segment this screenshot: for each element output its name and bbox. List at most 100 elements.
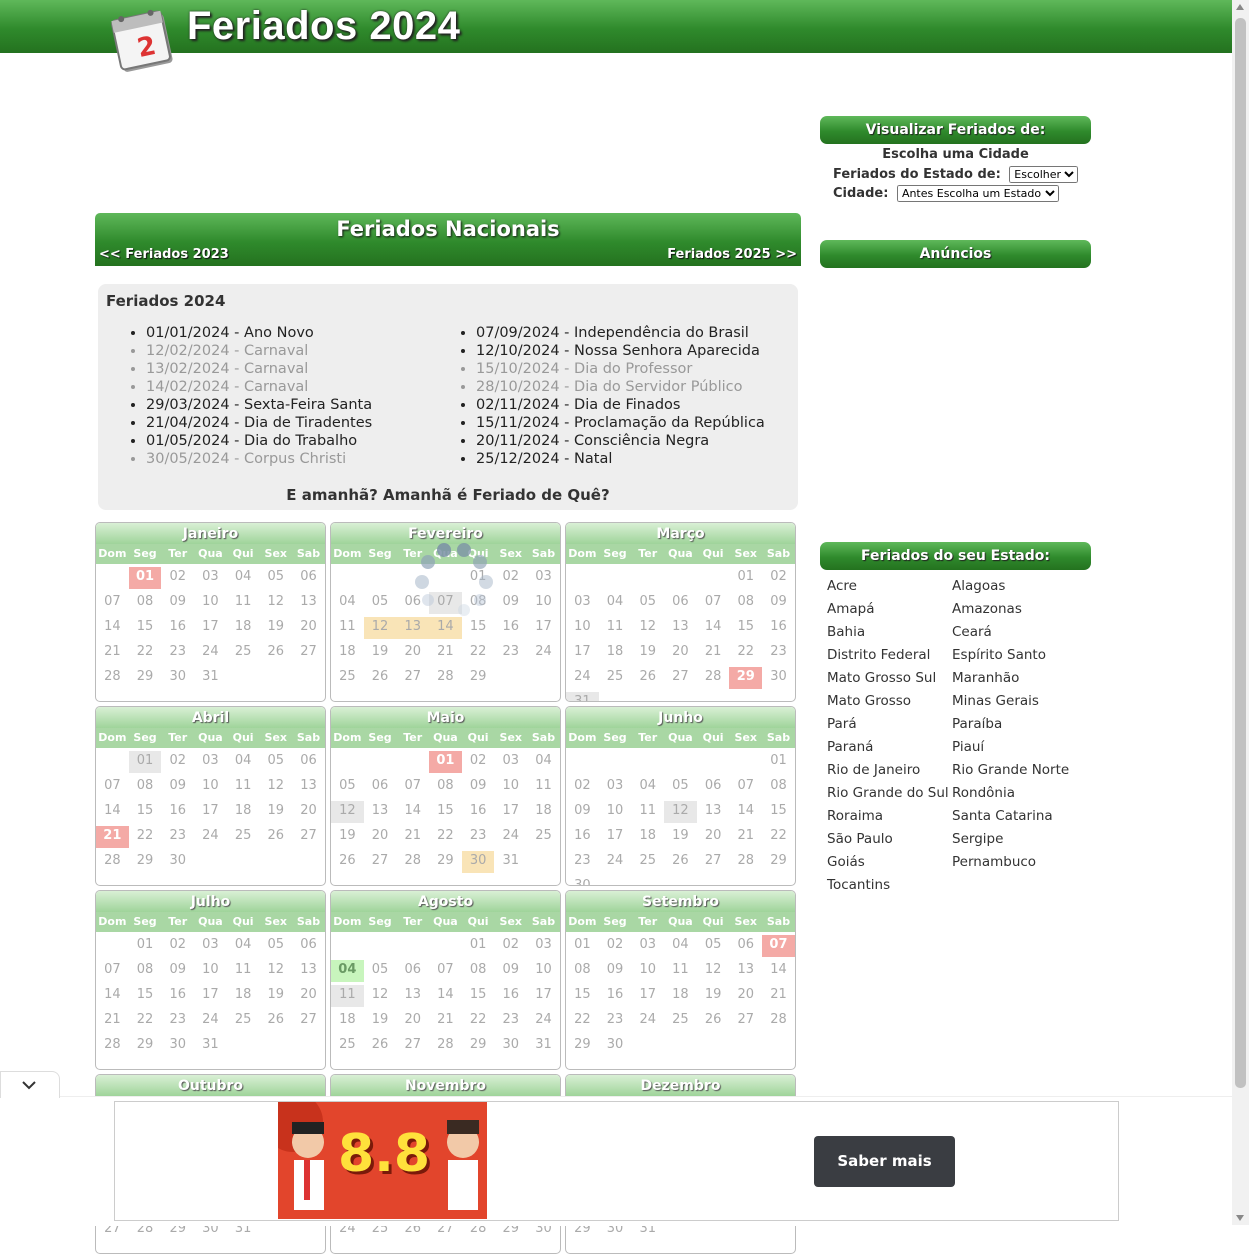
state-link[interactable]: Alagoas [952,578,1087,601]
holiday-day-cell[interactable]: 11 [331,985,364,1007]
site-title[interactable]: Feriados 2024 [187,4,460,49]
holiday-item[interactable]: 13/02/2024 - Carnaval [146,360,372,378]
holiday-item[interactable]: 01/05/2024 - Dia do Trabalho [146,432,372,450]
holiday-day-cell[interactable]: 29 [729,667,763,689]
scroll-down-icon[interactable] [1236,1215,1244,1221]
day-cell: 08 [136,778,154,793]
month-title[interactable]: Agosto [331,891,560,912]
next-year-link[interactable]: Feriados 2025 >> [667,247,797,262]
tomorrow-holiday-link[interactable]: E amanhã? Amanhã é Feriado de Quê? [98,486,798,504]
month-title[interactable]: Janeiro [96,523,325,544]
state-link[interactable]: Santa Catarina [952,808,1087,831]
month-title[interactable]: Setembro [566,891,795,912]
day-grid: 01 02 03 04 05 06 07 08 09 10 11 12 13 14 15 16 17 18 19 20… [96,564,325,689]
holiday-day-cell[interactable]: 04 [331,960,364,982]
holiday-item[interactable]: 15/10/2024 - Dia do Professor [476,360,765,378]
state-link[interactable]: São Paulo [827,831,952,854]
month-title[interactable]: Julho [96,891,325,912]
holiday-day-cell[interactable]: 07 [762,935,795,957]
state-link[interactable]: Maranhão [952,670,1087,693]
holiday-item[interactable]: 07/09/2024 - Independência do Brasil [476,324,765,342]
scroll-up-icon[interactable] [1236,4,1244,10]
day-cell: 10 [535,962,552,977]
state-link[interactable]: Amazonas [952,601,1087,624]
holiday-item[interactable]: 12/02/2024 - Carnaval [146,342,372,360]
weekday-label: Seg [368,547,392,560]
holiday-item[interactable]: 21/04/2024 - Dia de Tiradentes [146,414,372,432]
state-link[interactable]: Acre [827,578,952,601]
state-link[interactable]: Amapá [827,601,952,624]
empty-day-cell [364,751,397,773]
ad-cta-button[interactable]: Saber mais [814,1136,955,1187]
holiday-day-cell[interactable]: 01 [128,751,162,773]
day-cell: 04 [535,753,552,768]
state-link[interactable]: Rio Grande do Sul [827,785,952,808]
day-cell: 23 [574,853,591,868]
month-title[interactable]: Maio [331,707,560,728]
day-grid: 01 02 03 04 05 06 07 08 09 10 11 12 13 14 15 16 17 18 19 20… [96,748,325,873]
holiday-item[interactable]: 02/11/2024 - Dia de Finados [476,396,765,414]
day-cell: 25 [672,1012,689,1027]
calendar-logo-icon[interactable]: 2 [108,6,178,74]
month-title[interactable]: Abril [96,707,325,728]
day-cell: 20 [300,803,317,818]
state-link[interactable]: Pará [827,716,952,739]
holiday-item[interactable]: 28/10/2024 - Dia do Servidor Público [476,378,765,396]
holiday-day-cell[interactable]: 12 [331,801,364,823]
month-title[interactable]: Dezembro [566,1075,795,1096]
holiday-day-cell[interactable]: 31 [566,692,599,701]
state-link[interactable]: Rio de Janeiro [827,762,952,785]
state-link[interactable]: Rio Grande Norte [952,762,1087,785]
state-link[interactable]: Minas Gerais [952,693,1087,716]
day-cell: 05 [672,778,689,793]
scrollbar-thumb[interactable] [1235,18,1246,1088]
city-select[interactable]: Antes Escolha um Estado [896,185,1059,202]
day-cell: 18 [672,987,689,1002]
holiday-item[interactable]: 29/03/2024 - Sexta-Feira Santa [146,396,372,414]
state-select[interactable]: Escolher [1009,166,1079,183]
month-title[interactable]: Junho [566,707,795,728]
ad-collapse-button[interactable] [0,1071,60,1098]
state-link[interactable]: Ceará [952,624,1087,647]
holiday-day-cell[interactable]: 12 [363,617,397,639]
state-link[interactable]: Paraná [827,739,952,762]
holiday-day-cell[interactable]: 30 [461,851,495,873]
holiday-day-cell[interactable]: 01 [128,567,162,589]
state-link[interactable]: Tocantins [827,877,952,900]
state-link[interactable]: Mato Grosso Sul [827,670,952,693]
state-link[interactable]: Pernambuco [952,854,1087,877]
holiday-item[interactable]: 15/11/2024 - Proclamação da República [476,414,765,432]
state-link[interactable]: Distrito Federal [827,647,952,670]
previous-year-link[interactable]: << Feriados 2023 [99,247,229,262]
holiday-item[interactable]: 20/11/2024 - Consciência Negra [476,432,765,450]
month-title[interactable]: Março [566,523,795,544]
day-cell: 02 [770,569,787,584]
month-title[interactable]: Novembro [331,1075,560,1096]
holiday-day-cell[interactable]: 12 [664,801,697,823]
holiday-item[interactable]: 14/02/2024 - Carnaval [146,378,372,396]
state-link[interactable]: Espírito Santo [952,647,1087,670]
weekday-label: Sab [296,731,321,744]
state-link[interactable]: Mato Grosso [827,693,952,716]
empty-day-cell [664,751,697,773]
holiday-item[interactable]: 30/05/2024 - Corpus Christi [146,450,372,468]
state-link[interactable]: Sergipe [952,831,1087,854]
holiday-item[interactable]: 01/01/2024 - Ano Novo [146,324,372,342]
weekday-label: Qua [668,547,693,560]
state-link[interactable]: Goiás [827,854,952,877]
holiday-day-cell[interactable]: 01 [429,751,462,773]
state-link[interactable]: Piauí [952,739,1087,762]
holiday-day-cell[interactable]: 21 [96,826,129,848]
state-link[interactable]: Roraima [827,808,952,831]
state-link[interactable]: Paraíba [952,716,1087,739]
page-scrollbar[interactable] [1232,0,1249,1225]
holiday-item[interactable]: 25/12/2024 - Natal [476,450,765,468]
state-link[interactable]: Bahia [827,624,952,647]
state-link[interactable]: Rondônia [952,785,1087,808]
ad-frame[interactable] [114,1101,1119,1221]
holiday-item[interactable]: 12/10/2024 - Nossa Senhora Aparecida [476,342,765,360]
month-title[interactable]: Outubro [96,1075,325,1096]
day-cell: 10 [502,778,520,793]
day-cell: 27 [404,1037,421,1052]
ad-image[interactable]: 8.8 [278,1102,487,1219]
